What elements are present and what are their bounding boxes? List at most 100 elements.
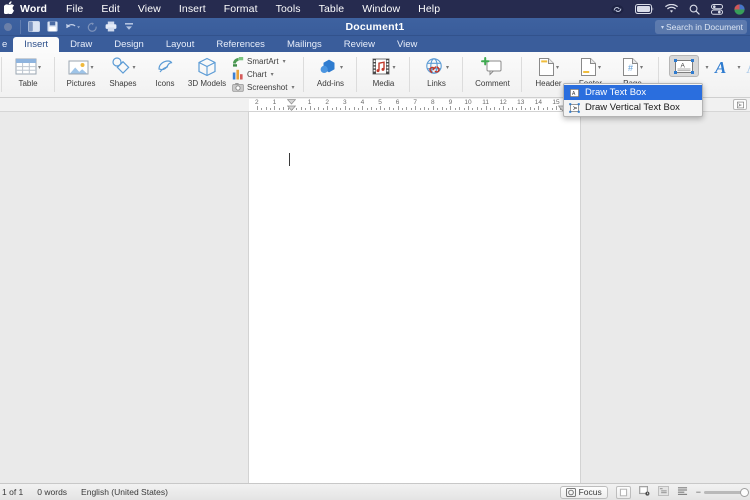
- links-button[interactable]: ▾ Links: [415, 52, 457, 97]
- tab-review[interactable]: Review: [333, 37, 386, 52]
- menu-format[interactable]: Format: [215, 0, 267, 18]
- wifi-icon[interactable]: [665, 4, 678, 14]
- apple-menu-icon[interactable]: [0, 1, 16, 17]
- footer-icon: ▾: [580, 55, 601, 79]
- document-canvas: [0, 112, 750, 483]
- menu-item-draw-vertical-text-box[interactable]: A Draw Vertical Text Box: [564, 100, 702, 115]
- tab-references[interactable]: References: [205, 37, 276, 52]
- word-count[interactable]: 0 words: [37, 487, 67, 497]
- text-box-dropdown-menu[interactable]: A Draw Text Box A Draw Vertical Text Box: [563, 83, 703, 117]
- chevron-down-icon[interactable]: ▾: [598, 64, 601, 71]
- ruler-text-direction-button[interactable]: A: [733, 99, 747, 110]
- chevron-down-icon[interactable]: ▾: [132, 64, 135, 71]
- creative-cloud-icon[interactable]: [611, 4, 624, 15]
- chevron-down-icon[interactable]: ▾: [640, 64, 643, 71]
- ruler-tick: [415, 106, 417, 110]
- menu-help[interactable]: Help: [409, 0, 449, 18]
- comment-button-label: Comment: [475, 79, 510, 88]
- search-in-document-box[interactable]: ▾ Search in Document: [655, 20, 747, 34]
- chevron-down-icon[interactable]: ▾: [340, 64, 343, 71]
- customize-toolbar-icon[interactable]: [124, 22, 134, 31]
- window-controls[interactable]: [0, 22, 20, 31]
- zoom-slider[interactable]: −: [696, 487, 749, 497]
- print-icon[interactable]: [105, 21, 117, 32]
- ruler-tick: [542, 108, 544, 110]
- icons-button[interactable]: Icons: [144, 52, 186, 97]
- wordart-button[interactable]: A: [709, 52, 737, 97]
- undo-icon[interactable]: [65, 22, 80, 32]
- menu-table[interactable]: Table: [310, 0, 354, 18]
- ruler-tick: [327, 106, 329, 110]
- menubar-status-icons: [611, 3, 750, 15]
- focus-mode-button[interactable]: Focus: [559, 485, 608, 499]
- ruler-tick: [261, 108, 263, 110]
- ribbon-group-addins: ▾ Add-ins: [305, 52, 355, 97]
- search-placeholder: Search in Document: [666, 22, 744, 32]
- chevron-down-icon[interactable]: ▾: [90, 64, 93, 71]
- addins-button[interactable]: ▾ Add-ins: [309, 52, 351, 97]
- tab-design[interactable]: Design: [103, 37, 155, 52]
- tab-home-partial[interactable]: e: [0, 37, 13, 52]
- chart-button[interactable]: Chart ▾: [230, 68, 296, 81]
- outline-view-button[interactable]: [657, 486, 669, 498]
- tab-insert[interactable]: Insert: [13, 37, 60, 52]
- ruler-tick: [318, 107, 320, 110]
- drop-cap-button[interactable]: A: [741, 52, 750, 97]
- chevron-down-icon[interactable]: ▾: [283, 58, 286, 65]
- ruler-tick: [476, 107, 478, 110]
- document-page[interactable]: [249, 112, 580, 483]
- draft-view-button[interactable]: [677, 486, 688, 498]
- menu-window[interactable]: Window: [353, 0, 409, 18]
- chevron-down-icon[interactable]: ▾: [291, 84, 294, 91]
- table-button[interactable]: ▾ Table: [7, 52, 49, 97]
- zoom-knob[interactable]: [740, 487, 749, 497]
- 3d-models-button[interactable]: 3D Models: [186, 52, 228, 97]
- first-line-indent-marker[interactable]: [287, 99, 296, 111]
- language-indicator[interactable]: English (United States): [81, 487, 168, 497]
- chevron-down-icon[interactable]: ▾: [556, 64, 559, 71]
- chevron-down-icon[interactable]: ▾: [271, 71, 274, 78]
- smartart-button[interactable]: SmartArt ▾: [230, 55, 296, 68]
- chevron-down-icon[interactable]: ▾: [38, 64, 41, 71]
- menu-tools[interactable]: Tools: [267, 0, 310, 18]
- menu-view[interactable]: View: [129, 0, 170, 18]
- chevron-down-icon[interactable]: ▾: [392, 64, 395, 71]
- menu-edit[interactable]: Edit: [92, 0, 129, 18]
- ruler-tick: [375, 108, 377, 110]
- zoom-out-label[interactable]: −: [696, 487, 701, 497]
- control-center-icon[interactable]: [711, 3, 723, 15]
- ruler-tick: [362, 106, 364, 110]
- page-indicator[interactable]: 1 of 1: [2, 487, 23, 497]
- ruler-tick: [441, 107, 443, 110]
- text-caret: [289, 153, 290, 166]
- tab-view[interactable]: View: [386, 37, 428, 52]
- zoom-track[interactable]: [704, 487, 749, 497]
- shapes-button[interactable]: ▾ Shapes: [102, 52, 144, 97]
- comment-button[interactable]: Comment: [468, 52, 516, 97]
- ruler-number: 9: [448, 99, 453, 106]
- redo-icon[interactable]: [87, 22, 98, 32]
- sidebar-toggle-icon[interactable]: [28, 21, 40, 32]
- print-layout-view-button[interactable]: [615, 485, 631, 499]
- user-avatar-icon[interactable]: [734, 3, 745, 15]
- chevron-down-icon[interactable]: ▾: [446, 64, 449, 71]
- battery-icon[interactable]: [635, 4, 654, 14]
- menu-item-draw-text-box[interactable]: A Draw Text Box: [564, 85, 702, 100]
- ruler-tick: [432, 106, 434, 110]
- menu-word[interactable]: Word: [16, 0, 57, 18]
- menu-insert[interactable]: Insert: [170, 0, 215, 18]
- media-button[interactable]: ▾ Media: [362, 52, 404, 97]
- save-icon[interactable]: [47, 21, 58, 32]
- tab-layout[interactable]: Layout: [155, 37, 206, 52]
- window-button[interactable]: [4, 22, 12, 31]
- web-layout-view-button[interactable]: [638, 486, 650, 498]
- spotlight-search-icon[interactable]: [689, 4, 700, 15]
- tab-draw[interactable]: Draw: [59, 37, 103, 52]
- ruler-tick: [300, 107, 302, 110]
- ruler-scale[interactable]: 2112345678910111213141516: [249, 99, 580, 111]
- tab-mailings[interactable]: Mailings: [276, 37, 333, 52]
- pictures-button[interactable]: ▾ Pictures: [60, 52, 102, 97]
- screenshot-button[interactable]: Screenshot ▾: [230, 81, 296, 94]
- chart-label: Chart: [247, 70, 267, 79]
- menu-file[interactable]: File: [57, 0, 92, 18]
